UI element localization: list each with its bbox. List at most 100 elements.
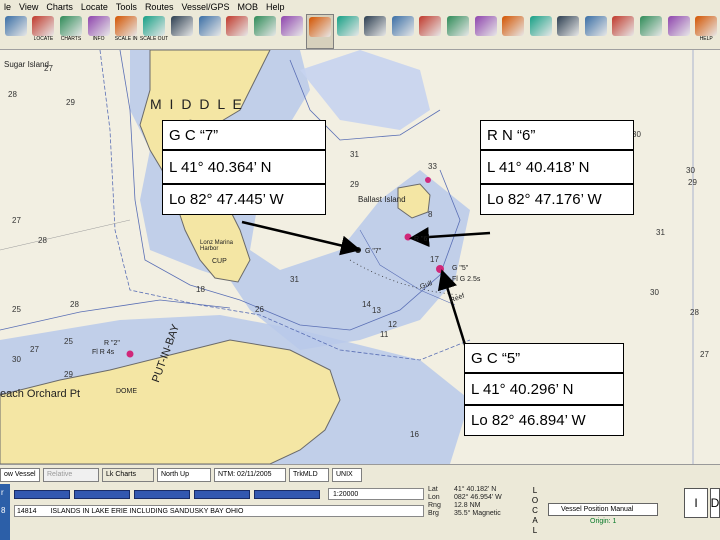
toolbar-button-search[interactable] xyxy=(610,14,638,49)
toolbar-button-route[interactable] xyxy=(196,14,224,49)
toolbar-button-boat[interactable]: LOCATE xyxy=(30,14,58,49)
menu-charts[interactable]: Charts xyxy=(42,2,77,12)
buoy-g5 xyxy=(436,265,444,273)
zoom-icon xyxy=(584,16,607,36)
menu-help[interactable]: Help xyxy=(262,2,289,12)
toolbar-label: HELP xyxy=(699,36,713,42)
tracker-icon xyxy=(667,16,690,36)
toolbar-button-zoom[interactable] xyxy=(582,14,610,49)
depth-sounding: 25 xyxy=(64,337,73,346)
vessel-selector[interactable]: ow Vessel xyxy=(0,467,40,482)
toolbar-button-pointer[interactable] xyxy=(444,14,472,49)
tide-icon xyxy=(502,16,525,36)
depth-sounding: 30 xyxy=(686,166,695,175)
rng-value: 12.8 NM xyxy=(454,502,481,509)
orientation-select[interactable]: North Up xyxy=(157,467,211,482)
depth-sounding: 29 xyxy=(66,98,75,107)
depth-sounding: 27 xyxy=(700,350,709,359)
toolbar-button-mark[interactable] xyxy=(279,14,307,49)
callout-g5-lat: L 41° 40.296’ N xyxy=(464,373,624,405)
toolbar-button-print[interactable] xyxy=(2,14,30,49)
toolbar-button-mob[interactable] xyxy=(637,14,665,49)
help-icon xyxy=(695,16,718,36)
menu-view[interactable]: View xyxy=(15,2,42,12)
route-icon xyxy=(198,16,221,36)
depth-sounding: 17 xyxy=(430,255,439,264)
info-button[interactable]: I xyxy=(684,488,708,518)
toolbar-button-zoom-in[interactable]: SCALE IN xyxy=(112,14,140,49)
menu-file[interactable]: le xyxy=(0,2,15,12)
zoom-in-icon xyxy=(115,16,138,36)
depth-sounding: 31 xyxy=(656,228,665,237)
boat-icon xyxy=(32,16,55,36)
depth-sounding: 29 xyxy=(64,370,73,379)
callout-g7-name: G C “7” xyxy=(162,120,326,150)
menu-vessel-gps[interactable]: Vessel/GPS xyxy=(177,2,233,12)
toolbar-button-target[interactable] xyxy=(472,14,500,49)
depth-sounding: 16 xyxy=(410,430,419,439)
toolbar-button-gps[interactable] xyxy=(555,14,583,49)
wave-icon xyxy=(391,16,414,36)
toolbar-button-star[interactable] xyxy=(417,14,445,49)
left-strip: r 8 xyxy=(0,484,10,540)
toolbar-button-track[interactable] xyxy=(223,14,251,49)
depth-sounding: 31 xyxy=(290,275,299,284)
menu-locate[interactable]: Locate xyxy=(77,2,112,12)
label-cup: CUP xyxy=(212,258,227,265)
label-g5: G "5" xyxy=(452,265,469,272)
toolbar-button-hand[interactable] xyxy=(306,14,334,49)
position-readout: Lat 41° 40.182' N Lon 082° 46.954' W Rng 12… xyxy=(428,486,528,538)
toolbar-button-measure[interactable] xyxy=(362,14,390,49)
nautical-chart[interactable]: Sugar Island M I D D L E Ballast Island … xyxy=(0,50,720,464)
bottom-panel: r 8 1:20000 14814 ISLANDS IN LAKE ERIE I… xyxy=(0,484,720,540)
callout-r6-lat: L 41° 40.418’ N xyxy=(480,150,634,184)
track-icon xyxy=(226,16,249,36)
depth-sounding: 28 xyxy=(690,308,699,317)
shallow-water-east xyxy=(300,50,430,130)
callout-g5-lon: Lo 82° 46.894’ W xyxy=(464,405,624,436)
depth-sounding: 25 xyxy=(12,305,21,314)
depth-sounding: 31 xyxy=(350,150,359,159)
pointer-icon xyxy=(447,16,470,36)
depth-sounding: 28 xyxy=(8,90,17,99)
toolbar-button-ruler[interactable] xyxy=(168,14,196,49)
toolbar-button-tracker[interactable] xyxy=(665,14,693,49)
zoom-out-icon xyxy=(143,16,166,36)
hand-icon xyxy=(309,17,332,37)
detail-button[interactable]: D xyxy=(710,488,720,518)
toolbar-button-tide[interactable] xyxy=(499,14,527,49)
menu-tools[interactable]: Tools xyxy=(112,2,141,12)
label-g7: G "7" xyxy=(365,248,382,255)
depth-sounding: 27 xyxy=(12,216,21,225)
menu-mob[interactable]: MOB xyxy=(234,2,263,12)
ruler-icon xyxy=(171,16,194,36)
toolbar-button-info[interactable]: INFO xyxy=(85,14,113,49)
toolbar-button-help[interactable]: HELP xyxy=(692,14,720,49)
label-ballast-island: Ballast Island xyxy=(358,195,406,204)
vessel-position-dropdown[interactable]: Vessel Position Manual xyxy=(548,503,658,516)
progress-block-3 xyxy=(134,490,190,499)
toolbar-button-chart[interactable]: CHARTS xyxy=(57,14,85,49)
print-icon xyxy=(4,16,27,36)
toolbar-button-layers[interactable] xyxy=(251,14,279,49)
ntm-field: NTM: 02/11/2005 xyxy=(214,467,286,482)
toolbar-button-flag[interactable] xyxy=(334,14,362,49)
toolbar-button-anchor[interactable] xyxy=(527,14,555,49)
chart-icon xyxy=(59,16,82,36)
chart-name: ISLANDS IN LAKE ERIE INCLUDING SANDUSKY … xyxy=(50,507,244,515)
lock-charts-checkbox[interactable]: Lk Charts xyxy=(102,467,154,482)
lat-key: Lat xyxy=(428,486,438,493)
toolbar-label: SCALE IN xyxy=(114,36,138,42)
depth-sounding: 18 xyxy=(196,285,205,294)
relative-toggle[interactable]: Relative xyxy=(43,467,99,482)
menu-bar: le View Charts Locate Tools Routes Vesse… xyxy=(0,0,720,14)
toolbar-button-zoom-out[interactable]: SCALE OUT xyxy=(140,14,168,49)
toolbar-button-wave[interactable] xyxy=(389,14,417,49)
menu-routes[interactable]: Routes xyxy=(141,2,178,12)
lon-key: Lon xyxy=(428,494,440,501)
status-row: ow Vessel Relative Lk Charts North Up NT… xyxy=(0,464,720,484)
label-middle: M I D D L E xyxy=(150,96,244,112)
tracking-field: TrkMLD xyxy=(289,467,329,482)
origin-label: Origin: 1 xyxy=(590,518,617,525)
anchor-icon xyxy=(529,16,552,36)
